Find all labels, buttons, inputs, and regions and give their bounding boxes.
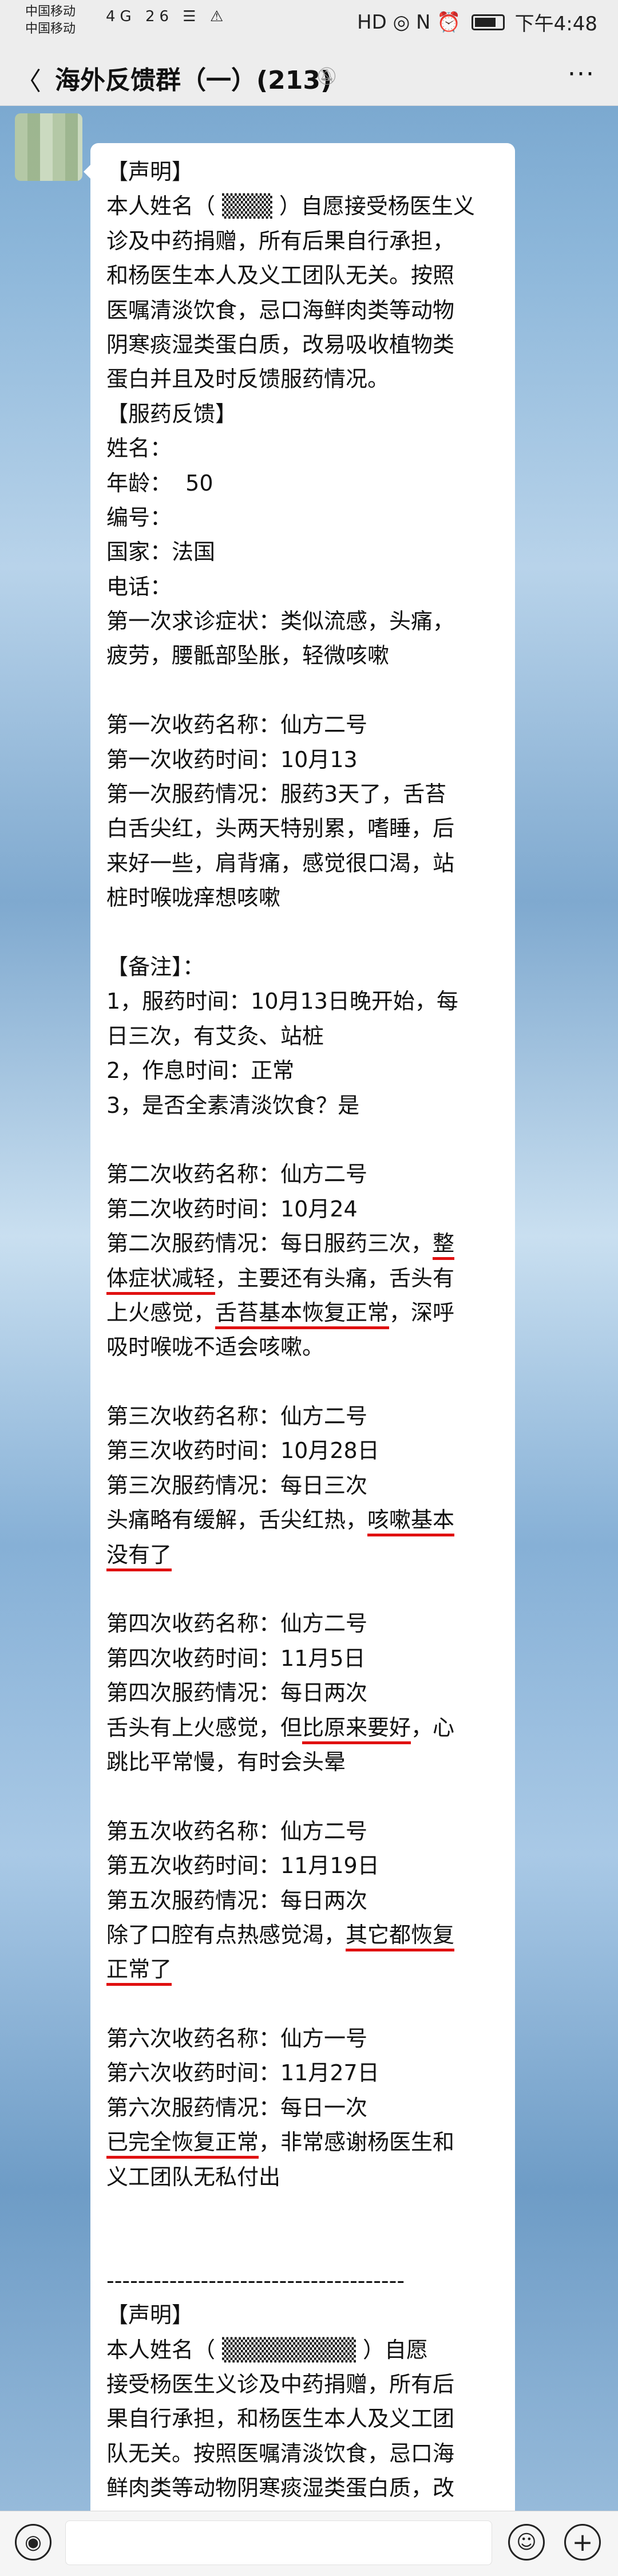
message-line: 阴寒痰湿类蛋白质，改易吸收植物类: [106, 331, 455, 357]
status-icons: HD ◎ N ⏰: [357, 10, 461, 34]
message-line: 头痛略有缓解，舌尖红热，咳嗽基本: [106, 1503, 499, 1537]
message-line: 白舌尖红，头两天特别累，嗜睡，后: [106, 816, 455, 841]
message-line: 除了口腔有点热感觉渴，其它都恢复: [106, 1918, 499, 1952]
back-icon[interactable]: 〈: [16, 61, 41, 97]
message-line: 没有了: [106, 1538, 499, 1572]
underlined-text: 咳嗽基本: [367, 1507, 455, 1537]
message-line: [106, 1779, 499, 1814]
chat-header: 〈 海外反馈群（一）(213) 🔕︎ ···: [0, 46, 618, 106]
message-line: 第六次收药时间：11月27日: [106, 2060, 379, 2086]
message-line: 本人姓名（ ▒▒▒ ）自愿接受杨医生义: [106, 193, 475, 219]
message-line: 接受杨医生义诊及中药捐赠，所有后: [106, 2372, 455, 2397]
message-bubble[interactable]: 【声明】 本人姓名（ ▒▒▒ ）自愿接受杨医生义 诊及中药捐赠，所有后果自行承担，和…: [90, 143, 515, 2553]
message-line: 来好一些，肩背痛，感觉很口渴，站: [106, 850, 455, 876]
message-line: 舌头有上火感觉，但比原来要好，心: [106, 1710, 499, 1745]
input-bar: ◉ ☺ +: [0, 2511, 618, 2576]
message-line: 3，是否全素清淡饮食？是: [106, 1092, 360, 1118]
message-line: 诊及中药捐赠，所有后果自行承担，: [106, 228, 455, 254]
message-line: 第五次收药名称：仙方二号: [106, 1818, 368, 1844]
message-line: [106, 915, 499, 950]
message-line: 上火感觉，舌苔基本恢复正常，深呼: [106, 1295, 499, 1330]
message-line: 姓名：: [106, 436, 172, 461]
message-line: [106, 2229, 499, 2263]
message-line: [106, 1123, 499, 1157]
message-line: 1，服药时间：10月13日晚开始，每: [106, 989, 458, 1014]
message-input[interactable]: [65, 2520, 492, 2565]
bell-off-icon: 🔕︎: [316, 66, 338, 86]
message-line: 果自行承担，和杨医生本人及义工团: [106, 2406, 455, 2432]
message-line: 编号：: [106, 504, 172, 530]
status-right: HD ◎ N ⏰ 下午4:48: [357, 8, 597, 36]
message-line: [106, 1987, 499, 2021]
message-line: 第三次收药名称：仙方二号: [106, 1404, 368, 1429]
message-line: 正常了: [106, 1952, 499, 1986]
status-time: 下午4:48: [514, 13, 597, 35]
message-line: 第三次收药时间：10月28日: [106, 1438, 379, 1464]
message-line: 国家：法国: [106, 539, 216, 565]
message-line: 体症状减轻，主要还有头痛，舌头有: [106, 1261, 499, 1295]
message-text: 【声明】 本人姓名（ ▒▒▒ ）自愿接受杨医生义 诊及中药捐赠，所有后果自行承担，和…: [90, 143, 515, 2506]
message-line: 【备注】：: [106, 954, 205, 979]
message-line: 年龄： 50: [106, 470, 213, 496]
message-line: 第一次收药名称：仙方二号: [106, 712, 368, 738]
status-bar: 中国移动 中国移动 4G 26 ☰ ⚠ HD ◎ N ⏰ 下午4:48: [0, 0, 618, 46]
message-line: 队无关。按照医嘱清淡饮食，忌口海: [106, 2440, 455, 2466]
message-line: 【声明】: [106, 159, 194, 184]
underlined-text: 比原来要好: [302, 1714, 411, 1744]
message-line: 第六次服药情况：每日一次: [106, 2095, 368, 2120]
message-line: 鲜肉类等动物阴寒痰湿类蛋白质，改: [106, 2475, 455, 2501]
more-icon[interactable]: ···: [568, 60, 595, 89]
underlined-text: 体症状减轻: [106, 1265, 216, 1295]
underlined-text: 正常了: [106, 1957, 172, 1986]
underlined-text: 没有了: [106, 1542, 172, 1571]
avatar[interactable]: [15, 113, 82, 181]
message-line: 第二次收药名称：仙方二号: [106, 1161, 368, 1187]
message-line: 第五次服药情况：每日两次: [106, 1887, 368, 1913]
voice-icon[interactable]: ◉: [15, 2524, 52, 2561]
message-line: 和杨医生本人及义工团队无关。按照: [106, 263, 455, 289]
message-line: 蛋白并且及时反馈服药情况。: [106, 366, 390, 392]
message-line: 日三次，有艾灸、站桩: [106, 1023, 324, 1049]
message-line: 第四次服药情况：每日两次: [106, 1680, 368, 1706]
carrier-2: 中国移动: [25, 22, 76, 36]
plus-icon[interactable]: +: [564, 2524, 601, 2561]
underlined-text: 其它都恢复: [346, 1922, 455, 1951]
message-line: [106, 2194, 499, 2229]
message-line: 吸时喉咙不适会咳嗽。: [106, 1334, 324, 1360]
message-line: [106, 673, 499, 708]
message-line: 桩时喉咙痒想咳嗽: [106, 885, 281, 911]
message-line: 第一次收药时间：10月13: [106, 746, 358, 772]
message-line: 第一次服药情况：服药3天了，舌苔: [106, 781, 447, 807]
message-line: 第五次收药时间：11月19日: [106, 1853, 379, 1879]
carrier-labels: 中国移动 中国移动: [25, 3, 76, 38]
message-line: 2，作息时间：正常: [106, 1058, 295, 1084]
message-line: [106, 1572, 499, 1606]
chat-title: 海外反馈群（一）(213): [55, 66, 332, 95]
message-line: 第四次收药名称：仙方二号: [106, 1611, 368, 1637]
message-line: 第一次求诊症状：类似流感，头痛，: [106, 609, 455, 634]
message-line: 第三次服药情况：每日三次: [106, 1472, 368, 1498]
message-line: 第二次收药时间：10月24: [106, 1196, 358, 1222]
battery-icon: [471, 14, 505, 30]
message-line: 疲劳，腰骶部坠胀，轻微咳嗽: [106, 643, 390, 669]
message-line: 【声明】: [106, 2302, 194, 2328]
message-line: 医嘱清淡饮食，忌口海鲜肉类等动物: [106, 297, 455, 323]
carrier-1: 中国移动: [25, 5, 76, 19]
message-line: 本人姓名（ ▒▒▒▒▒▒▒▒ ）自愿: [106, 2337, 428, 2362]
message-line: --------------------------------------: [106, 2267, 405, 2293]
underlined-text: 已完全恢复正常: [106, 2129, 259, 2159]
emoji-icon[interactable]: ☺: [508, 2524, 545, 2561]
message-line: 【服药反馈】: [106, 401, 237, 426]
message-line: 跳比平常慢，有时会头晕: [106, 1749, 346, 1775]
message-line: 义工团队无私付出: [106, 2164, 281, 2190]
message-line: [106, 1365, 499, 1399]
message-line: 已完全恢复正常，非常感谢杨医生和: [106, 2125, 499, 2159]
underlined-text: 整: [433, 1231, 455, 1261]
signal-icons: 4G 26 ☰ ⚠: [106, 8, 228, 25]
message-line: 第六次收药名称：仙方一号: [106, 2026, 368, 2052]
message-line: 第四次收药时间：11月5日: [106, 1645, 366, 1671]
underlined-text: 舌苔基本恢复正常: [215, 1299, 390, 1329]
message-line: 电话：: [106, 574, 172, 599]
message-line: 第二次服药情况：每日服药三次，整: [106, 1226, 499, 1261]
